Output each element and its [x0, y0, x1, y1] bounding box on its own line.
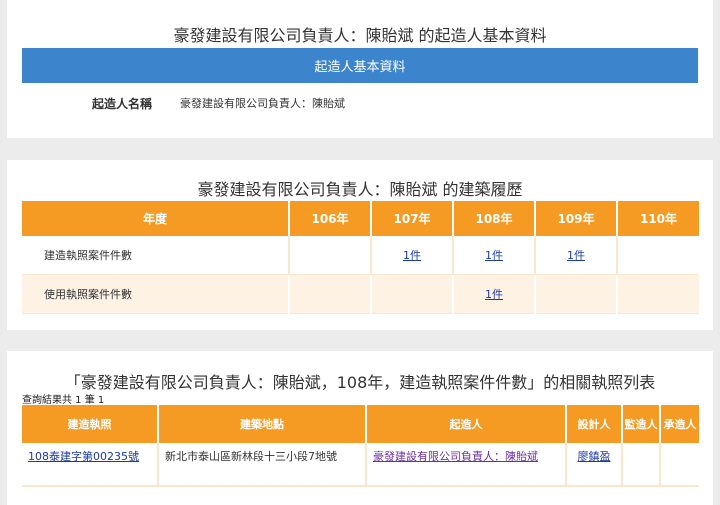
cell-construction-106 [289, 236, 372, 275]
location-cell: 新北市泰山區新林段十三小段7地號 [158, 443, 367, 487]
row-label-construction: 建造執照案件件數 [22, 236, 290, 275]
result-count: 查詢結果共 1 筆 1 [22, 395, 105, 406]
cell-usage-108[interactable]: 1件 [453, 274, 536, 314]
col-designer: 設計人 [566, 405, 623, 443]
builder-name-row: 起造人名稱 豪發建設有限公司負責人：陳貽斌 [22, 95, 698, 113]
designer-link[interactable]: 廖鎮盈 [578, 450, 611, 463]
col-109: 109年 [535, 201, 618, 236]
count-link[interactable]: 1件 [485, 249, 503, 262]
col-license: 建造執照 [22, 405, 159, 443]
row-label-usage: 使用執照案件件數 [22, 274, 290, 314]
builder-info-title: 豪發建設有限公司負責人：陳貽斌 的起造人基本資料 [173, 26, 547, 45]
table-row: 建造執照案件件數 1件 1件 1件 [22, 236, 699, 275]
builder-cell[interactable]: 豪發建設有限公司負責人：陳貽斌 [366, 443, 567, 487]
col-107: 107年 [371, 201, 454, 236]
contractor-cell [660, 443, 699, 487]
count-link[interactable]: 1件 [567, 249, 585, 262]
history-header-row: 年度 106年 107年 108年 109年 110年 [22, 201, 699, 236]
col-year: 年度 [22, 201, 290, 236]
cell-usage-106 [289, 274, 372, 314]
col-110: 110年 [617, 201, 699, 236]
license-list-title: 「豪發建設有限公司負責人：陳貽斌，108年，建造執照案件件數」的相關執照列表 [64, 373, 656, 392]
col-builder: 起造人 [366, 405, 567, 443]
cell-usage-109 [535, 274, 618, 314]
cell-construction-109[interactable]: 1件 [535, 236, 618, 275]
col-supervisor: 監造人 [622, 405, 661, 443]
count-link[interactable]: 1件 [403, 249, 421, 262]
count-link[interactable]: 1件 [485, 288, 503, 301]
history-title: 豪發建設有限公司負責人：陳貽斌 的建築履歷 [197, 180, 523, 199]
supervisor-cell [622, 443, 661, 487]
cell-usage-107 [371, 274, 454, 314]
cell-usage-110 [617, 274, 699, 314]
license-cell[interactable]: 108泰建字第00235號 [22, 443, 159, 487]
cell-construction-108[interactable]: 1件 [453, 236, 536, 275]
license-table: 建造執照 建築地點 起造人 設計人 監造人 承造人 108泰建字第00235號 … [22, 405, 699, 487]
table-row: 108泰建字第00235號 新北市泰山區新林段十三小段7地號 豪發建設有限公司負… [22, 443, 699, 487]
history-table: 年度 106年 107年 108年 109年 110年 建造執照案件件數 1件 … [22, 201, 699, 314]
builder-info-header: 起造人基本資料 [22, 48, 698, 83]
designer-cell[interactable]: 廖鎮盈 [566, 443, 623, 487]
builder-name-label: 起造人名稱 [92, 97, 153, 111]
license-link[interactable]: 108泰建字第00235號 [28, 450, 139, 463]
license-header-row: 建造執照 建築地點 起造人 設計人 監造人 承造人 [22, 405, 699, 443]
builder-name-value: 豪發建設有限公司負責人：陳貽斌 [180, 97, 345, 110]
builder-link[interactable]: 豪發建設有限公司負責人：陳貽斌 [373, 450, 538, 463]
table-row: 使用執照案件件數 1件 [22, 274, 699, 314]
cell-construction-110 [617, 236, 699, 275]
col-contractor: 承造人 [660, 405, 699, 443]
col-108: 108年 [453, 201, 536, 236]
col-location: 建築地點 [158, 405, 367, 443]
cell-construction-107[interactable]: 1件 [371, 236, 454, 275]
col-106: 106年 [289, 201, 372, 236]
